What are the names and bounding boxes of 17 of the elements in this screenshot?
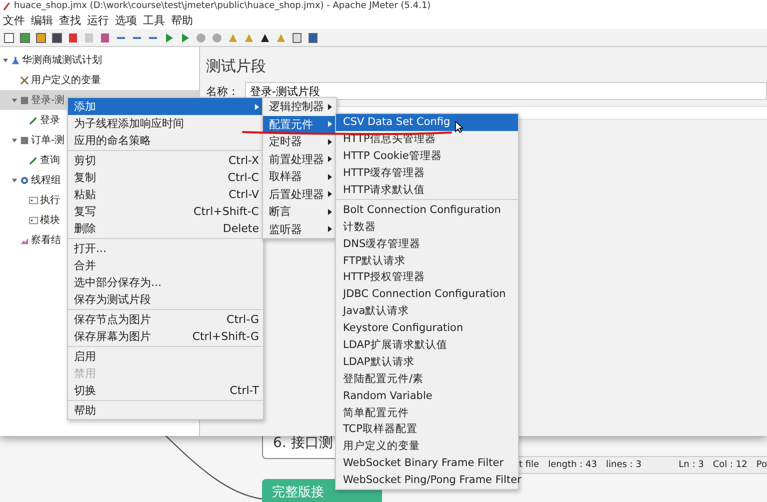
status-text: Po [756,460,767,470]
status-text: t file [519,460,540,470]
panel-heading: 测试片段 [206,57,267,76]
status-text: Ln : 3 [678,460,704,470]
shortcut-text: Ctrl-C [228,171,259,184]
status-text: Col : 12 [712,460,748,470]
window-title: huace_shop.jmx (D:\work\course\test\jmeter\public\huace_shop.jmx) - Apache JMeter (5.4.1) [14,1,431,11]
shortcut-text: Ctrl+Shift-G [192,330,259,343]
shortcut-text: Delete [222,222,259,235]
status-text: lines : 3 [606,460,642,470]
name-label: 名称： [206,84,239,98]
status-text: length : 43 [548,460,598,470]
shortcut-text: Ctrl-G [226,313,259,326]
shortcut-text: Ctrl-V [228,188,259,201]
shortcut-text: Ctrl+Shift-C [194,205,259,218]
shortcut-text: Ctrl-T [230,384,259,397]
shortcut-text: Ctrl-X [228,154,259,167]
